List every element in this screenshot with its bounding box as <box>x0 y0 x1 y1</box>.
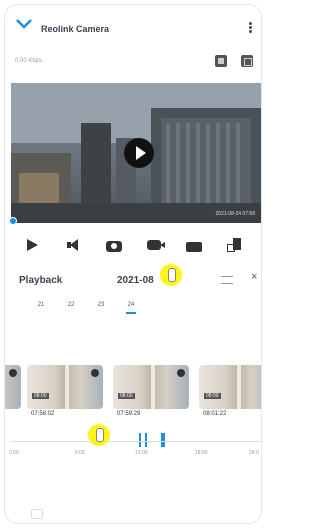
playhead-handle[interactable] <box>9 217 17 225</box>
day-selector: 21 22 23 24 <box>35 302 137 314</box>
speaker-icon[interactable] <box>65 238 81 252</box>
playback-date[interactable]: 2021-08 <box>117 275 154 286</box>
clip-thumbnail[interactable] <box>5 365 21 409</box>
timeline-label: 6:00 <box>75 450 85 456</box>
clip-type-icon <box>177 369 185 377</box>
play-button[interactable] <box>124 138 154 168</box>
clip-thumbnail[interactable]: 08:00 <box>113 365 189 409</box>
play-icon[interactable] <box>24 238 40 252</box>
timeline-label: 18:00 <box>195 450 208 456</box>
clip-thumbnail[interactable]: 08:00 <box>199 365 261 409</box>
clip-thumbnail[interactable]: 08:00 <box>27 365 103 409</box>
timeline-label: 24:0 <box>249 450 259 456</box>
clip-type-icon <box>91 369 99 377</box>
chevron-down-icon[interactable] <box>15 17 33 31</box>
scale-icon[interactable] <box>226 238 243 252</box>
timeline-axis[interactable] <box>11 441 261 442</box>
fullscreen-icon[interactable] <box>241 55 253 67</box>
timeline-playhead[interactable] <box>161 433 165 447</box>
timeline-label: 12:00 <box>135 450 148 456</box>
clip-duration: 08:00 <box>118 393 135 399</box>
tap-indicator-icon <box>160 264 182 286</box>
day-item[interactable]: 22 <box>65 302 77 308</box>
day-item[interactable]: 21 <box>35 302 47 308</box>
clip-type-icon <box>9 369 17 377</box>
more-options-icon[interactable] <box>245 21 255 37</box>
app-header: Reolink Camera <box>5 15 261 41</box>
clip-time: 07:59:29 <box>117 411 141 417</box>
cast-icon[interactable] <box>31 509 43 519</box>
menu-icon[interactable] <box>221 276 233 284</box>
playback-title: Playback <box>19 275 63 286</box>
tap-indicator-icon <box>88 424 110 446</box>
clip-time: 08:01:22 <box>203 411 227 417</box>
record-icon[interactable] <box>146 240 165 250</box>
sd-quality-icon[interactable] <box>215 55 227 67</box>
day-item[interactable]: 23 <box>95 302 107 308</box>
clip-duration: 08:00 <box>204 393 221 399</box>
video-timestamp: 2021-08-24 07:58 <box>215 211 255 217</box>
download-icon[interactable] <box>185 242 202 252</box>
bitrate-readout: 0.00 Kbps <box>15 58 43 64</box>
camera-icon[interactable] <box>105 240 122 252</box>
app-title: Reolink Camera <box>41 24 110 34</box>
close-icon[interactable]: × <box>251 271 257 283</box>
timeline-label: 0:00 <box>9 450 19 456</box>
video-player[interactable]: 2021-08-24 07:58 <box>11 83 261 223</box>
clip-thumbnails: 08:00 07:58:02 08:00 07:59:29 08:00 08:0… <box>5 365 261 421</box>
day-item-active[interactable]: 24 <box>125 302 137 314</box>
timeline-marker <box>139 433 141 447</box>
video-toolbar <box>215 55 253 67</box>
playback-controls <box>5 235 261 255</box>
clip-duration: 08:00 <box>32 393 49 399</box>
phone-frame: Reolink Camera 0.00 Kbps 2021-08-24 07:5… <box>4 4 262 524</box>
timeline-marker <box>145 433 147 447</box>
clip-time: 07:58:02 <box>31 411 55 417</box>
